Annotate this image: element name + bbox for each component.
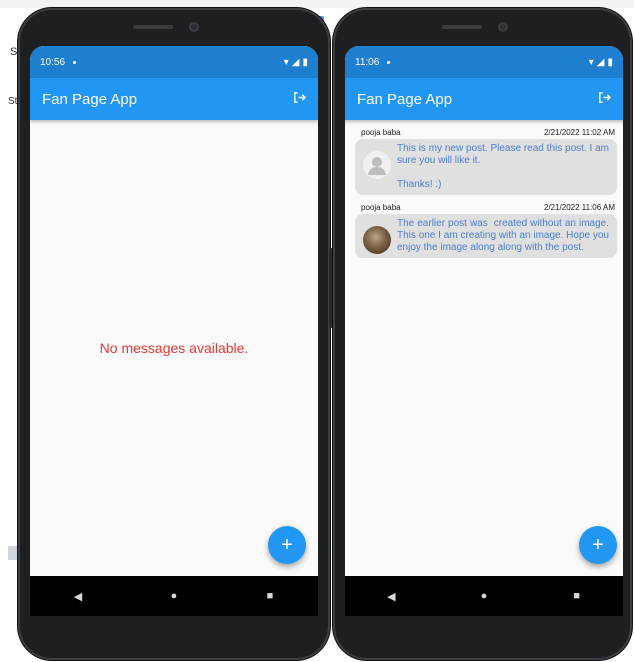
post-bubble: The earlier post was created without an … — [355, 214, 617, 258]
add-post-button[interactable]: + — [268, 526, 306, 564]
wifi-icon: ▾ — [283, 56, 289, 68]
phone-screen: 10:56 ▾ ◢ ▮ Fan Page App No messages ava… — [30, 46, 318, 616]
background-text-fragment: S — [10, 46, 18, 58]
post-text: This is my new post. Please read this po… — [397, 143, 609, 190]
photo-avatar-icon — [363, 226, 391, 254]
default-avatar-icon — [363, 151, 391, 179]
camera-icon — [497, 22, 508, 32]
logout-icon[interactable] — [293, 91, 307, 107]
android-nav-bar: ◀ ● ■ — [345, 576, 623, 616]
post-timestamp: 2/21/2022 11:02 AM — [543, 128, 615, 137]
app-title: Fan Page App — [42, 90, 138, 108]
back-icon[interactable]: ◀ — [63, 590, 93, 603]
notification-dot — [387, 60, 391, 64]
home-icon[interactable]: ● — [469, 590, 499, 602]
status-bar: 10:56 ▾ ◢ ▮ — [30, 46, 318, 78]
post-timestamp: 2/21/2022 11:06 AM — [543, 203, 615, 212]
phone-top-bezel — [418, 22, 548, 32]
notification-dot — [73, 60, 77, 64]
status-time: 11:06 — [355, 56, 380, 68]
phone-right: 11:06 ▾ ◢ ▮ Fan Page App pooja baba 2/21… — [333, 8, 632, 660]
list-item[interactable]: pooja baba 2/21/2022 11:02 AM This is my… — [355, 128, 617, 195]
phone-screen: 11:06 ▾ ◢ ▮ Fan Page App pooja baba 2/21… — [345, 46, 623, 616]
post-text: The earlier post was created without an … — [397, 218, 612, 253]
phone-left: 10:56 ▾ ◢ ▮ Fan Page App No messages ava… — [18, 8, 333, 660]
battery-icon: ▮ — [302, 56, 308, 68]
screenshot-stage: S St 10:56 ▾ ◢ ▮ Fan Page App No message… — [0, 0, 634, 662]
app-title: Fan Page App — [357, 90, 453, 108]
speaker-grille — [441, 25, 482, 29]
phone-top-bezel — [109, 22, 239, 32]
message-list-empty: No messages available. — [30, 120, 318, 576]
app-bar: Fan Page App — [30, 78, 318, 120]
post-meta: pooja baba 2/21/2022 11:02 AM — [355, 128, 617, 139]
post-author: pooja baba — [361, 128, 401, 137]
app-bar: Fan Page App — [345, 78, 623, 120]
signal-icon: ◢ — [596, 56, 605, 68]
signal-icon: ◢ — [291, 56, 300, 68]
back-icon[interactable]: ◀ — [376, 590, 406, 603]
list-item[interactable]: pooja baba 2/21/2022 11:06 AM The earlie… — [355, 203, 617, 258]
logout-icon[interactable] — [598, 91, 612, 107]
status-bar: 11:06 ▾ ◢ ▮ — [345, 46, 623, 78]
home-icon[interactable]: ● — [159, 590, 189, 602]
speaker-grille — [133, 25, 173, 29]
battery-icon: ▮ — [607, 56, 613, 68]
recents-icon[interactable]: ■ — [562, 590, 592, 602]
post-meta: pooja baba 2/21/2022 11:06 AM — [355, 203, 617, 214]
android-nav-bar: ◀ ● ■ — [30, 576, 318, 616]
post-bubble: This is my new post. Please read this po… — [355, 139, 617, 195]
status-time: 10:56 — [40, 56, 66, 68]
background-window-strip — [0, 0, 634, 8]
recents-icon[interactable]: ■ — [255, 590, 285, 602]
background-text-fragment: St — [8, 96, 18, 107]
wifi-icon: ▾ — [588, 56, 594, 68]
add-post-button[interactable]: + — [579, 526, 617, 564]
camera-icon — [189, 22, 199, 32]
post-author: pooja baba — [361, 203, 401, 212]
empty-message: No messages available. — [99, 340, 249, 356]
message-list: pooja baba 2/21/2022 11:02 AM This is my… — [345, 120, 623, 576]
